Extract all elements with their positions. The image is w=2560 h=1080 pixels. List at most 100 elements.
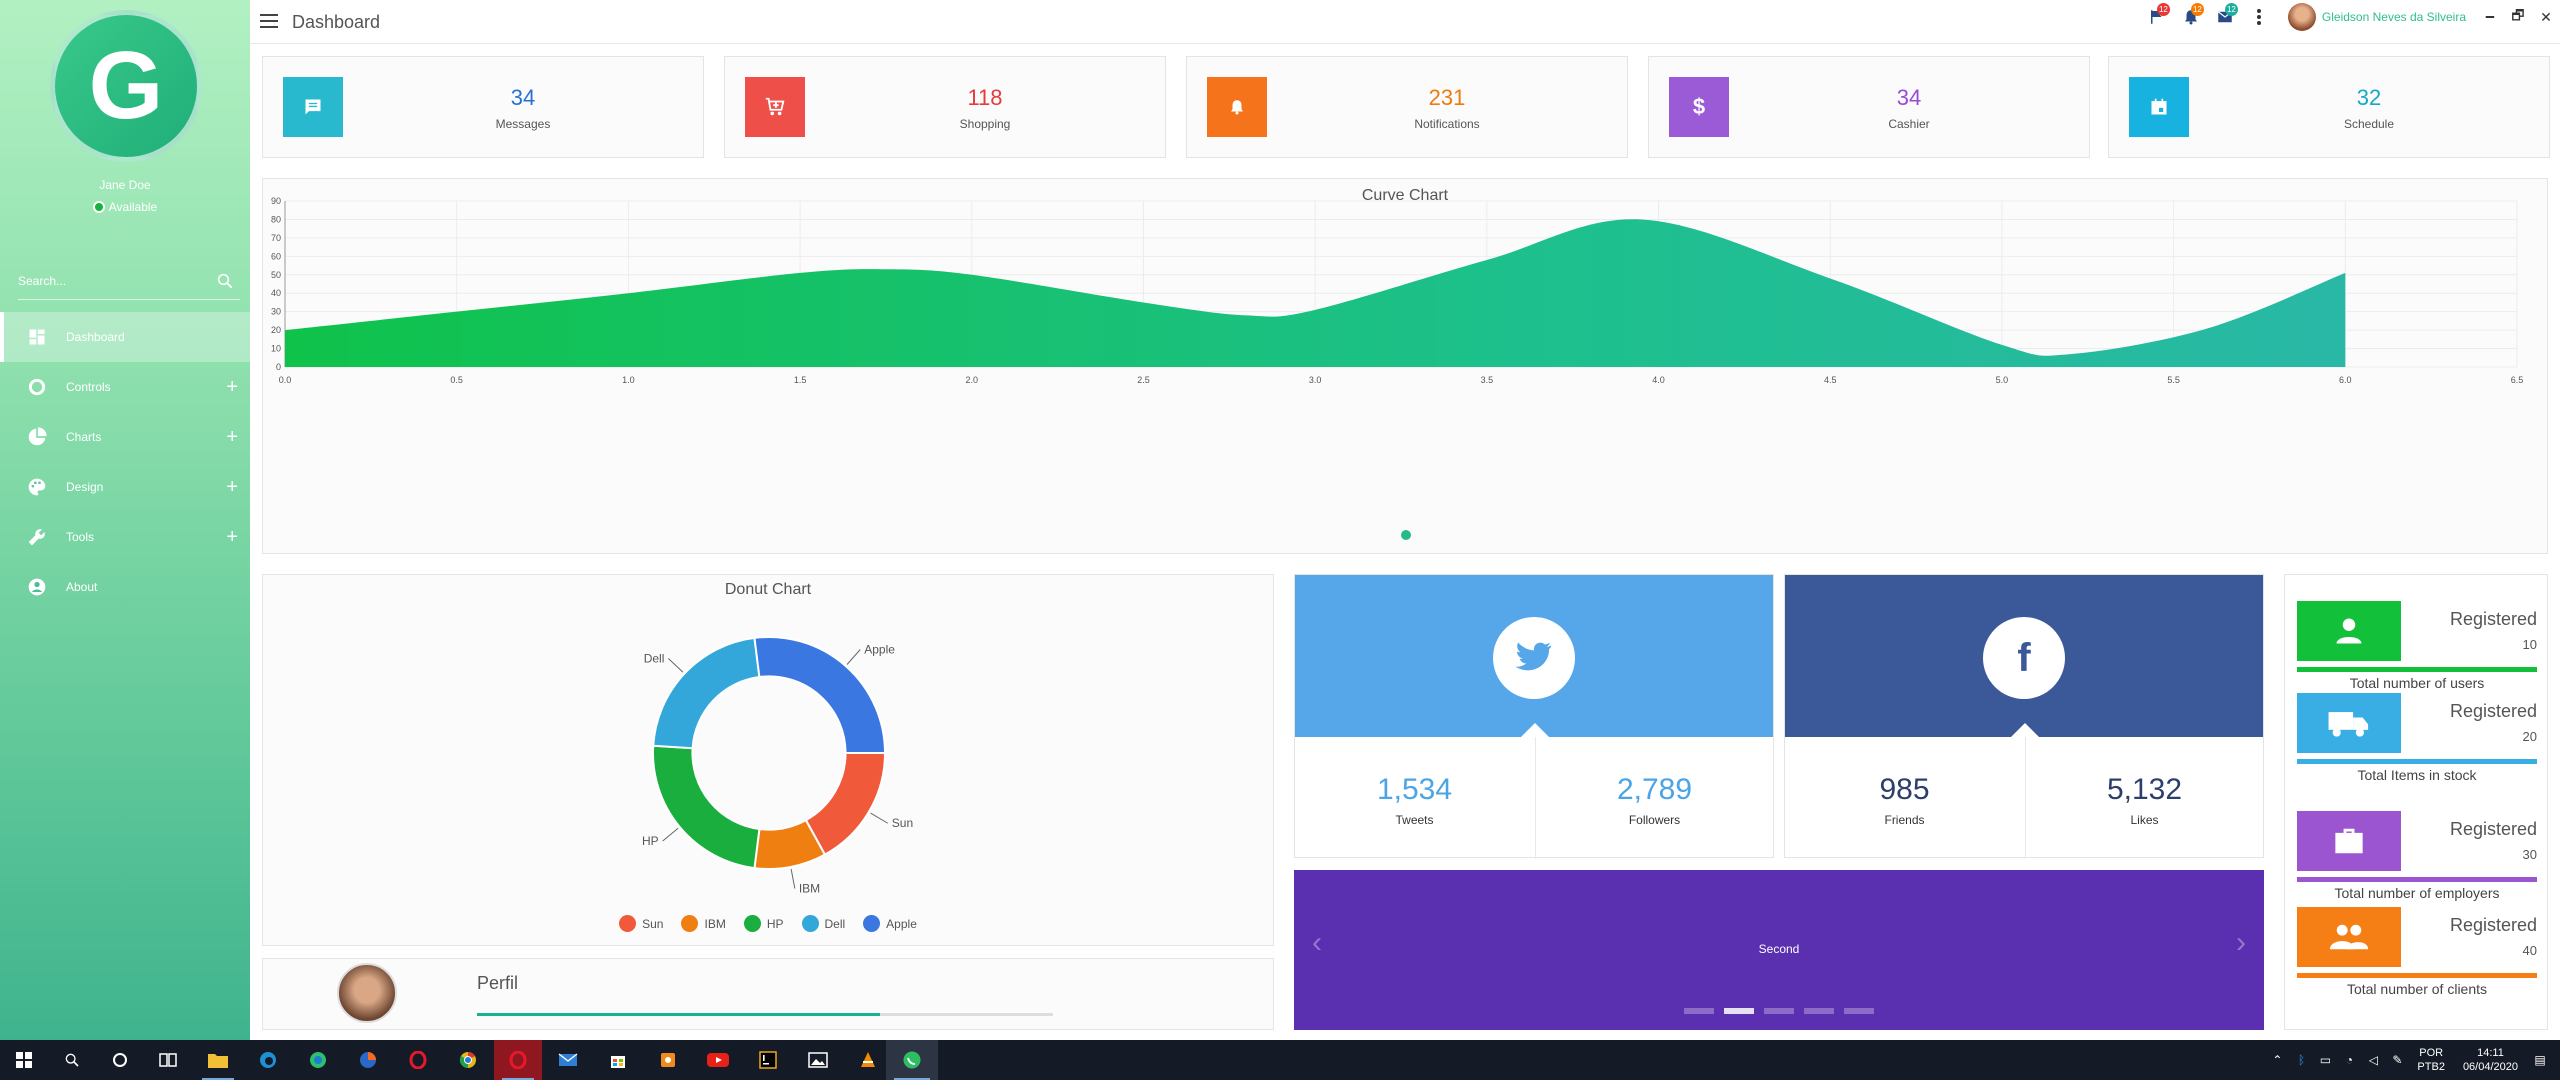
legend-marker[interactable] — [1401, 530, 1411, 540]
top-user[interactable]: Gleidson Neves da Silveira — [2287, 3, 2466, 31]
y-tick-label: 0 — [276, 362, 281, 372]
search-icon[interactable] — [216, 272, 234, 295]
facebook-icon[interactable]: f — [1983, 617, 2065, 699]
bluetooth-icon[interactable]: ᛒ — [2289, 1053, 2313, 1067]
stat-label: Schedule — [2343, 117, 2395, 131]
app-window: G Jane Doe Available Dashboard Controls … — [0, 0, 2560, 1040]
stat-value: 34 — [510, 85, 536, 110]
edge-chromium-icon[interactable] — [294, 1040, 342, 1080]
legend-item-sun[interactable]: Sun — [619, 915, 663, 932]
sidebar-user-name: Jane Doe — [99, 178, 151, 192]
sidebar-item-tools[interactable]: Tools + — [0, 512, 250, 562]
carousel-next-button[interactable]: › — [2236, 926, 2246, 960]
volume-icon[interactable]: ◁ — [2361, 1053, 2385, 1067]
stat-card-notifications[interactable]: 231 Notifications — [1186, 56, 1628, 158]
pen-icon[interactable]: ✎ — [2385, 1053, 2409, 1067]
whatsapp-icon[interactable] — [886, 1040, 938, 1080]
opera-gx-icon[interactable] — [494, 1040, 542, 1080]
carousel-indicators — [1684, 1008, 1874, 1014]
sidebar-nav: Dashboard Controls + Charts + Design + T… — [0, 312, 250, 612]
sidebar-item-charts[interactable]: Charts + — [0, 412, 250, 462]
legend-item-dell[interactable]: Dell — [801, 915, 845, 932]
sidebar-user-status: Available — [0, 200, 250, 214]
notification-center-icon[interactable]: ▤ — [2528, 1053, 2552, 1067]
chevron-up-icon[interactable]: ⌃ — [2265, 1053, 2289, 1067]
twitter-icon[interactable] — [1493, 617, 1575, 699]
file-explorer-icon[interactable] — [194, 1040, 242, 1080]
carousel-indicator[interactable] — [1804, 1008, 1834, 1014]
mail-app-icon[interactable] — [544, 1040, 592, 1080]
legend-item-hp[interactable]: HP — [743, 915, 784, 932]
task-view-icon[interactable] — [144, 1040, 192, 1080]
close-button[interactable]: ✕ — [2532, 9, 2560, 26]
edge-icon[interactable] — [244, 1040, 292, 1080]
legend-item-ibm[interactable]: IBM — [681, 915, 726, 932]
sidebar-item-controls[interactable]: Controls + — [0, 362, 250, 412]
battery-icon[interactable]: ▭ — [2313, 1053, 2337, 1067]
expand-plus-icon[interactable]: + — [226, 426, 238, 449]
minimize-button[interactable]: 🗕 — [2476, 5, 2504, 29]
flag-badge: 12 — [2156, 3, 2170, 16]
stat-value: 118 — [967, 85, 1003, 110]
mail-button[interactable]: 12 — [2208, 2, 2242, 32]
menu-icon[interactable] — [260, 14, 278, 28]
clock[interactable]: 14:11 06/04/2020 — [2463, 1046, 2518, 1074]
sidebar-item-design[interactable]: Design + — [0, 462, 250, 512]
stat-card-messages[interactable]: 34 Messages — [262, 56, 704, 158]
carousel-indicator-active[interactable] — [1724, 1008, 1754, 1014]
donut-chart-card: Donut Chart Sun IBM HP Dell Apple Sun IBM HP… — [262, 574, 1274, 946]
vlc-icon[interactable] — [844, 1040, 892, 1080]
sidebar-item-about[interactable]: About — [0, 562, 250, 612]
sidebar-avatar[interactable]: G — [50, 10, 202, 162]
carousel-indicator[interactable] — [1764, 1008, 1794, 1014]
x-tick-label: 5.5 — [2167, 375, 2180, 385]
language-indicator[interactable]: POR PTB2 — [2417, 1046, 2445, 1074]
sidebar-item-dashboard[interactable]: Dashboard — [0, 312, 250, 362]
carousel-indicator[interactable] — [1844, 1008, 1874, 1014]
carousel-indicator[interactable] — [1684, 1008, 1714, 1014]
search-icon[interactable] — [48, 1040, 96, 1080]
facebook-card: f 985 Friends 5,132 Likes — [1784, 574, 2264, 859]
photos-icon[interactable] — [794, 1040, 842, 1080]
donut-slice-dell[interactable] — [652, 636, 761, 750]
search-input[interactable] — [18, 274, 198, 288]
donut-slice-label: HP — [642, 834, 659, 848]
cart-icon — [745, 77, 805, 137]
profile-title: Perfil — [477, 973, 519, 993]
registered-value: 10 — [2522, 637, 2537, 652]
flag-button[interactable]: 12 — [2140, 2, 2174, 32]
wifi-icon[interactable]: ◔ — [2337, 1053, 2361, 1067]
tweets-label: Tweets — [1395, 813, 1434, 827]
donut-slice-sun[interactable] — [804, 752, 887, 857]
cortana-icon[interactable] — [96, 1040, 144, 1080]
intellij-icon[interactable] — [744, 1040, 792, 1080]
circle-icon — [26, 376, 48, 398]
twitter-card: 1,534 Tweets 2,789 Followers — [1294, 574, 1774, 859]
expand-plus-icon[interactable]: + — [226, 476, 238, 499]
sublime-icon[interactable] — [644, 1040, 692, 1080]
page-title: Dashboard — [292, 12, 381, 32]
briefcase-icon — [2297, 811, 2401, 871]
stat-card-cashier[interactable]: $ 34 Cashier — [1648, 56, 2090, 158]
x-tick-label: 3.5 — [1481, 375, 1494, 385]
account-circle-icon — [26, 576, 48, 598]
donut-legend: Sun IBM HP Dell Apple — [263, 915, 1273, 932]
youtube-icon[interactable] — [694, 1040, 742, 1080]
donut-slice-hp[interactable] — [652, 744, 761, 870]
stat-card-schedule[interactable]: 32 Schedule — [2108, 56, 2550, 158]
firefox-icon[interactable] — [344, 1040, 392, 1080]
friends-label: Friends — [1884, 813, 1925, 827]
restore-button[interactable]: 🗗 — [2504, 5, 2532, 29]
profile-avatar[interactable] — [337, 963, 397, 1023]
y-tick-label: 10 — [271, 344, 281, 354]
expand-plus-icon[interactable]: + — [226, 376, 238, 399]
more-vert-icon[interactable] — [2242, 2, 2276, 32]
stat-card-shopping[interactable]: 118 Shopping — [724, 56, 1166, 158]
chrome-icon[interactable] — [444, 1040, 492, 1080]
legend-item-apple[interactable]: Apple — [863, 915, 917, 932]
store-icon[interactable] — [594, 1040, 642, 1080]
opera-icon[interactable] — [394, 1040, 442, 1080]
start-button[interactable] — [0, 1040, 48, 1080]
expand-plus-icon[interactable]: + — [226, 526, 238, 549]
notifications-button[interactable]: 12 — [2174, 2, 2208, 32]
